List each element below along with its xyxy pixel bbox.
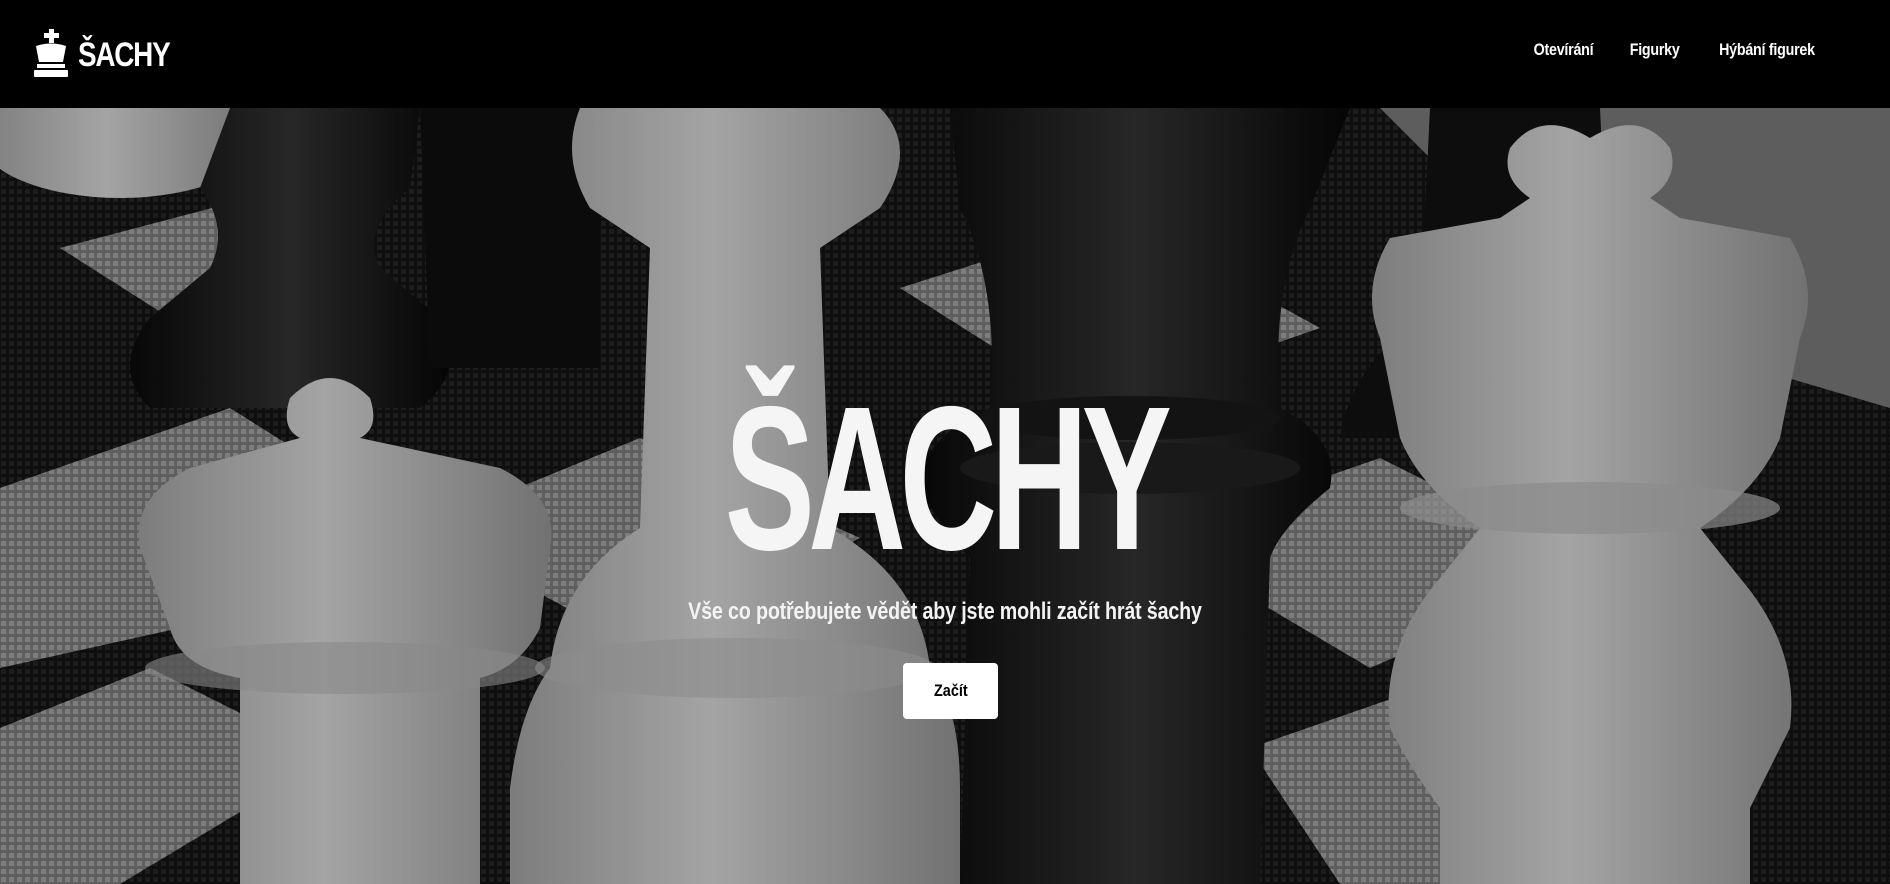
nav-link-openings[interactable]: Otevírání	[1533, 40, 1593, 60]
main-nav: Otevírání Figurky Hýbání figurek	[1528, 40, 1824, 60]
start-button-label: Začít	[933, 681, 968, 700]
start-button[interactable]: Začít	[903, 663, 998, 719]
brand-logo-link[interactable]: ŠACHY	[30, 28, 190, 78]
hero-title: ŠACHY	[724, 364, 1172, 593]
chess-king-icon	[34, 29, 68, 77]
hero-section: ŠACHY Vše co potřebujete vědět aby jste …	[0, 108, 1890, 884]
nav-link-piece-movement[interactable]: Hýbání figurek	[1719, 40, 1815, 60]
nav-link-pieces[interactable]: Figurky	[1630, 40, 1680, 60]
hero-subtitle: Vše co potřebujete vědět aby jste mohli …	[688, 598, 1202, 625]
hero-content: ŠACHY Vše co potřebujete vědět aby jste …	[0, 108, 1890, 884]
top-navigation-bar: ŠACHY Otevírání Figurky Hýbání figurek	[0, 0, 1890, 108]
brand-name: ŠACHY	[78, 36, 171, 74]
